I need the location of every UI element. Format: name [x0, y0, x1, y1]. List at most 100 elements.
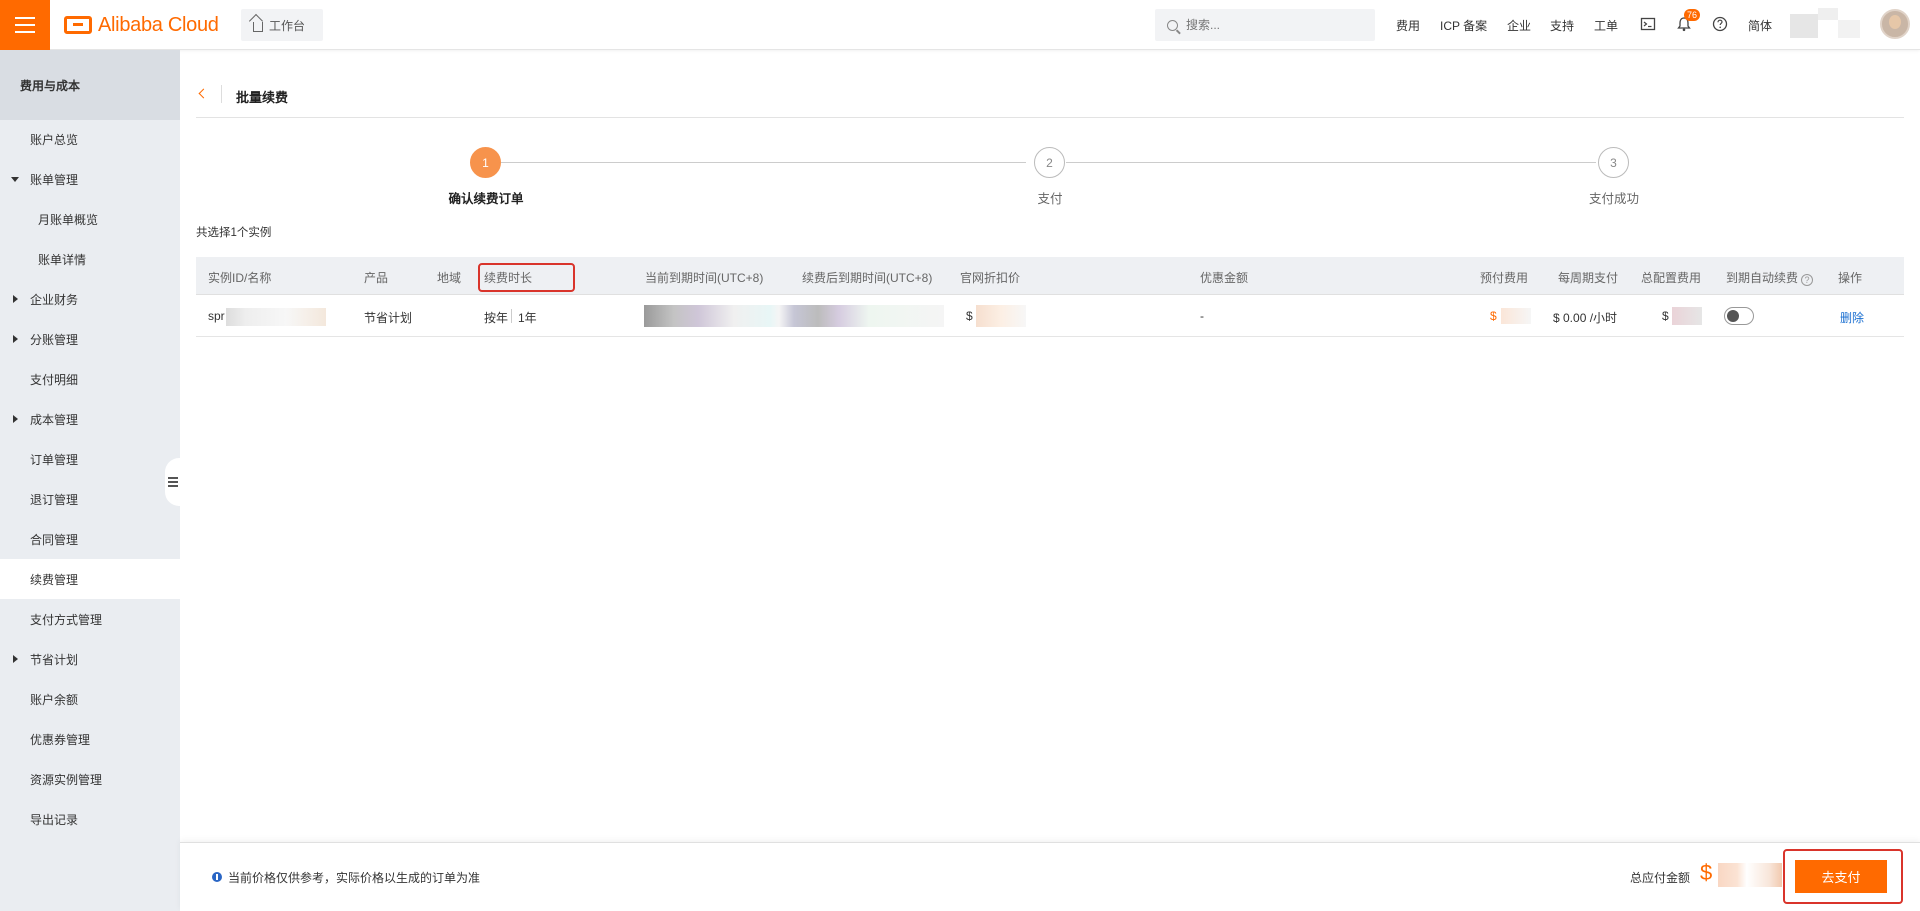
- redacted-list-price: [976, 305, 1026, 327]
- step-connector: [501, 162, 1026, 163]
- back-arrow-icon[interactable]: [198, 88, 209, 99]
- redacted-instance-id: [226, 308, 326, 326]
- nav-icp[interactable]: ICP 备案: [1440, 17, 1487, 34]
- col-per-period: 每周期支付: [1558, 271, 1619, 285]
- sidebar-collapse-handle[interactable]: [165, 458, 181, 506]
- step-1-label: 确认续费订单: [448, 192, 524, 206]
- divider: [511, 309, 512, 323]
- cell-total-currency: $: [1662, 309, 1669, 323]
- search-input[interactable]: [1186, 18, 1356, 32]
- col-current-expiry: 当前到期时间(UTC+8): [645, 271, 764, 285]
- sidebar-item-label: 退订管理: [30, 492, 79, 507]
- sidebar-item-label: 节省计划: [30, 652, 79, 667]
- sidebar-item-label: 导出记录: [30, 812, 79, 827]
- sidebar-item-renewal[interactable]: 续费管理: [0, 559, 180, 599]
- cell-product: 节省计划: [364, 311, 413, 325]
- notification-badge: 76: [1684, 9, 1701, 21]
- help-circle-icon[interactable]: [1712, 16, 1728, 32]
- sidebar-item-split-billing[interactable]: 分账管理: [0, 319, 180, 359]
- sidebar-item-billing[interactable]: 账单管理: [0, 159, 180, 199]
- page-header: 批量续费: [196, 70, 1904, 118]
- sidebar-item-orders[interactable]: 订单管理: [0, 439, 180, 479]
- brand-logo[interactable]: Alibaba Cloud: [64, 13, 219, 37]
- nav-enterprise[interactable]: 企业: [1507, 17, 1531, 34]
- sidebar-item-resource-instances[interactable]: 资源实例管理: [0, 759, 180, 799]
- col-auto-renew-label: 到期自动续费: [1726, 271, 1799, 285]
- nav-fees[interactable]: 费用: [1396, 17, 1420, 34]
- col-instance: 实例ID/名称: [208, 271, 272, 285]
- caret-right-icon: [13, 655, 18, 663]
- redacted-total-amount: [1718, 863, 1782, 887]
- auto-renew-toggle[interactable]: [1724, 307, 1754, 325]
- sidebar-item-savings-plan[interactable]: 节省计划: [0, 639, 180, 679]
- workbench-button[interactable]: 工作台: [241, 9, 323, 41]
- divider: [221, 85, 222, 103]
- sidebar-item-label: 账户余额: [30, 692, 79, 707]
- sidebar-item-monthly-bill[interactable]: 月账单概览: [0, 199, 180, 239]
- sidebar-item-label: 合同管理: [30, 532, 79, 547]
- sidebar-item-label: 成本管理: [30, 412, 79, 427]
- cell-duration-unit[interactable]: 按年: [484, 309, 508, 326]
- cell-discount: -: [1200, 309, 1204, 323]
- sidebar-item-label: 账户总览: [30, 132, 79, 147]
- user-avatar[interactable]: [1880, 9, 1910, 39]
- menu-icon[interactable]: [0, 0, 50, 50]
- col-total-config: 总配置费用: [1641, 271, 1702, 285]
- sidebar-item-label: 账单管理: [30, 172, 79, 187]
- col-prepaid: 预付费用: [1480, 271, 1529, 285]
- cell-duration-value[interactable]: 1年: [518, 309, 537, 326]
- language-switch[interactable]: 简体: [1748, 17, 1772, 34]
- sidebar-item-label: 续费管理: [30, 572, 79, 587]
- table-row: spr 节省计划 按年 1年 $ - $ $ 0.00 /小时 $ 删除: [196, 295, 1904, 337]
- redacted-total: [1672, 307, 1702, 325]
- brand-name: Alibaba Cloud: [98, 13, 219, 36]
- redacted-expiry-dates: [644, 305, 944, 327]
- top-bar: Alibaba Cloud 工作台 费用 ICP 备案 企业 支持 工单 76 …: [0, 0, 1920, 50]
- terminal-icon[interactable]: [1640, 16, 1656, 32]
- sidebar-item-bill-details[interactable]: 账单详情: [0, 239, 180, 279]
- duration-highlight: [478, 263, 575, 292]
- delete-link[interactable]: 删除: [1840, 309, 1864, 326]
- help-icon[interactable]: ?: [1801, 274, 1814, 286]
- sidebar-item-unsubscribe[interactable]: 退订管理: [0, 479, 180, 519]
- sidebar-item-label: 月账单概览: [38, 212, 99, 227]
- caret-right-icon: [13, 415, 18, 423]
- pay-button[interactable]: 去支付: [1795, 860, 1887, 893]
- sidebar-item-coupons[interactable]: 优惠券管理: [0, 719, 180, 759]
- sidebar-item-cost-management[interactable]: 成本管理: [0, 399, 180, 439]
- col-product: 产品: [364, 271, 389, 285]
- redacted-prepaid: [1501, 308, 1531, 324]
- cell-instance-id[interactable]: spr: [208, 309, 225, 323]
- col-actions: 操作: [1838, 271, 1863, 285]
- collapse-icon: [168, 477, 178, 487]
- sidebar-item-enterprise-finance[interactable]: 企业财务: [0, 279, 180, 319]
- home-icon: [253, 21, 263, 32]
- col-auto-renew: 到期自动续费?: [1726, 269, 1814, 286]
- search-icon: [1167, 19, 1178, 31]
- nav-ticket[interactable]: 工单: [1594, 17, 1618, 34]
- sidebar-item-label: 支付方式管理: [30, 612, 103, 627]
- account-name-redacted[interactable]: [1790, 6, 1870, 44]
- sidebar-item-payment-details[interactable]: 支付明细: [0, 359, 180, 399]
- sidebar-item-label: 支付明细: [30, 372, 79, 387]
- col-list-price: 官网折扣价: [960, 271, 1021, 285]
- table-header: 实例ID/名称 产品 地域 续费时长 当前到期时间(UTC+8) 续费后到期时间…: [196, 257, 1904, 295]
- sidebar-item-account-balance[interactable]: 账户余额: [0, 679, 180, 719]
- sidebar-item-export-records[interactable]: 导出记录: [0, 799, 180, 839]
- sidebar-title: 费用与成本: [0, 50, 180, 120]
- col-new-expiry: 续费后到期时间(UTC+8): [802, 271, 933, 285]
- sidebar-item-account-overview[interactable]: 账户总览: [0, 119, 180, 159]
- info-icon: [212, 872, 222, 882]
- cell-prepaid-currency: $: [1490, 309, 1497, 323]
- page-title: 批量续费: [236, 90, 289, 105]
- step-2-circle: 2: [1034, 147, 1065, 178]
- total-currency: $: [1700, 860, 1713, 885]
- sidebar-item-payment-methods[interactable]: 支付方式管理: [0, 599, 180, 639]
- caret-right-icon: [13, 335, 18, 343]
- cell-per-period: $ 0.00 /小时: [1553, 311, 1618, 325]
- step-3-circle: 3: [1598, 147, 1629, 178]
- search-box[interactable]: [1155, 9, 1375, 41]
- nav-support[interactable]: 支持: [1550, 17, 1574, 34]
- sidebar-item-contracts[interactable]: 合同管理: [0, 519, 180, 559]
- caret-right-icon: [13, 295, 18, 303]
